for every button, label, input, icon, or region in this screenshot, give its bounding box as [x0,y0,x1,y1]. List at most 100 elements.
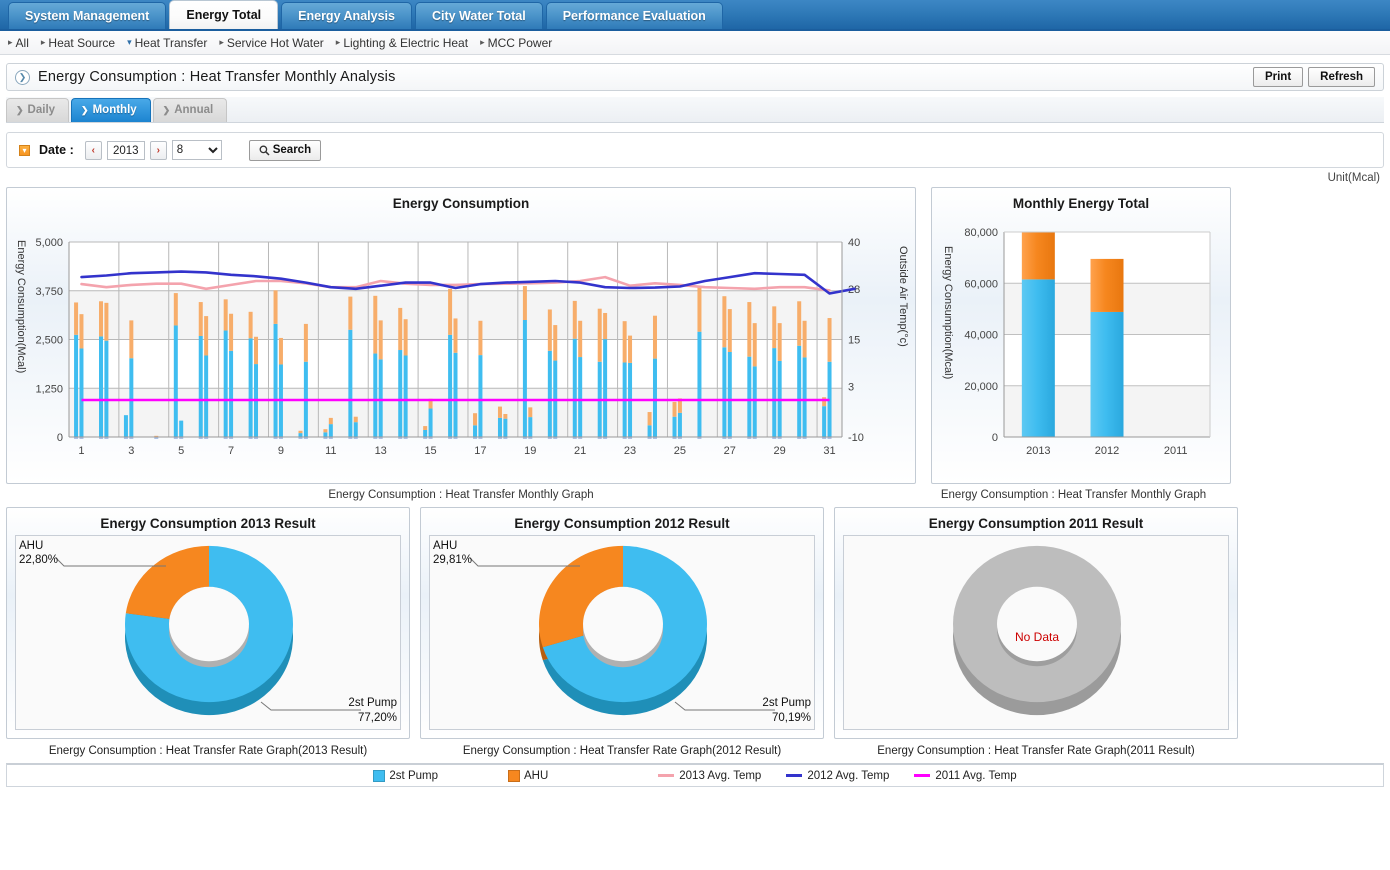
page-header: ❯ Energy Consumption : Heat Transfer Mon… [6,63,1384,91]
legend-item-temp-2013[interactable]: 2013 Avg. Temp [658,770,761,782]
tab-performance-evaluation[interactable]: Performance Evaluation [545,2,723,29]
monthly-energy-total-chart[interactable]: 0 20,000 40,000 60,000 80,000 2013 2012 2011 [932,210,1230,475]
svg-text:23: 23 [624,445,636,457]
donut-2013-caption: Energy Consumption : Heat Transfer Rate … [48,745,368,757]
breadcrumb: ▸ All ▸ Heat Source ▾ Heat Transfer ▸ Se… [0,31,1390,55]
donut-2013-panel: Energy Consumption 2013 Result AHU 22,80%… [6,507,410,739]
date-label: Date : [39,143,74,157]
month-select[interactable]: 123456789101112 [171,140,222,160]
legend-swatch [373,769,386,782]
total-chart-caption: Energy Consumption : Heat Transfer Month… [940,489,1207,501]
svg-text:27: 27 [724,445,736,457]
breadcrumb-item-lighting-electric-heat[interactable]: ▸ Lighting & Electric Heat [334,36,476,50]
y2-axis-label: Outside Air Temp(°c) [897,246,909,347]
svg-text:2,500: 2,500 [35,335,63,347]
breadcrumb-item-service-hot-water[interactable]: ▸ Service Hot Water [217,36,331,50]
charts-row-donuts: Energy Consumption 2013 Result AHU 22,80%… [0,501,1390,757]
chart-title: Energy Consumption 2011 Result [928,516,1144,531]
tab-annual-label: Annual [174,104,214,116]
page-title: Energy Consumption : Heat Transfer Month… [38,69,396,85]
svg-text:80,000: 80,000 [964,227,998,239]
tab-monthly[interactable]: ❯ Monthly [71,98,151,122]
breadcrumb-label: All [15,35,29,50]
y-axis-label: Energy Consumption(Mcal) [942,246,954,380]
svg-text:19: 19 [524,445,536,457]
tab-monthly-label: Monthly [92,104,137,116]
breadcrumb-item-mcc-power[interactable]: ▸ MCC Power [478,36,560,50]
tab-annual[interactable]: ❯ Annual [152,98,228,122]
chevron-down-icon: ❯ [81,105,89,115]
svg-text:15: 15 [848,335,860,347]
search-button[interactable]: Search [248,139,322,161]
breadcrumb-label: Heat Source [48,35,116,50]
svg-text:7: 7 [228,445,234,457]
donut-2012-panel: Energy Consumption 2012 Result AHU 29,81%… [420,507,824,739]
tab-daily[interactable]: ❯ Daily [6,98,70,122]
legend-item-temp-2011[interactable]: 2011 Avg. Temp [914,769,1017,782]
svg-text:1: 1 [78,445,84,457]
legend-swatch [507,769,520,782]
legend-item-ahu[interactable]: AHU [507,769,548,782]
year-input[interactable]: 2013 [106,140,145,160]
svg-text:2013: 2013 [1026,445,1050,457]
donut-2012-svg[interactable] [430,536,816,729]
legend-line [914,774,931,777]
main-tabbar: System Management Energy Total Energy An… [0,0,1390,31]
donut-2011-svg: No Data [953,545,1121,716]
prev-year-button[interactable]: ‹ [84,140,102,160]
tab-energy-total[interactable]: Energy Total [169,0,279,29]
legend-item-pump[interactable]: 2st Pump [373,769,438,782]
chevron-down-icon: ▾ [127,37,132,47]
legend-line [658,774,675,777]
svg-text:-10: -10 [848,432,864,444]
donut-2013-plot[interactable]: AHU 22,80% 2st Pump 77,20% [15,535,401,730]
svg-text:13: 13 [375,445,387,457]
legend-label: 2011 Avg. Temp [935,769,1017,782]
next-year-button[interactable]: › [149,140,167,160]
donut-2012-wrap: Energy Consumption 2012 Result AHU 29,81%… [420,507,824,757]
breadcrumb-label: Lighting & Electric Heat [343,35,469,50]
chevron-right-icon: ❯ [16,105,24,115]
chevron-right-circle-icon: ❯ [15,69,30,85]
refresh-button[interactable]: Refresh [1308,67,1375,87]
energy-consumption-chart[interactable]: 01,2502,5003,7505,000-1031528401 3 5 7 9 11 13… [7,210,915,475]
search-button-label: Search [272,144,312,156]
tab-city-water-total[interactable]: City Water Total [414,2,543,29]
donut-2012-ahu-label: AHU 29,81% [433,540,473,567]
svg-text:60,000: 60,000 [964,278,998,290]
svg-text:15: 15 [424,445,436,457]
collapse-icon[interactable]: ▾ [19,144,30,156]
breadcrumb-item-heat-transfer[interactable]: ▾ Heat Transfer [125,36,215,50]
svg-text:2012: 2012 [1095,445,1119,457]
energy-consumption-chart-panel: Energy Consumption 0 1,250 2,500 3,750 5,000… [6,187,916,484]
legend-line [786,774,803,777]
tab-energy-analysis[interactable]: Energy Analysis [281,2,412,29]
page-actions: Print Refresh [1252,67,1375,87]
unit-label: Unit(Mcal) [1327,172,1380,184]
donut-2011-panel: Energy Consumption 2011 Result No Data [834,507,1238,739]
donut-2013-svg[interactable] [16,536,402,729]
tab-system-management[interactable]: System Management [8,2,167,29]
donut-2012-plot[interactable]: AHU 29,81% 2st Pump 70,19% [429,535,815,730]
svg-text:1,250: 1,250 [35,383,63,395]
svg-text:29: 29 [774,445,786,457]
donut-2013-wrap: Energy Consumption 2013 Result AHU 22,80%… [6,507,410,757]
charts-row-top: Energy Consumption 0 1,250 2,500 3,750 5,000… [0,187,1390,501]
breadcrumb-label: MCC Power [487,35,553,50]
svg-text:40,000: 40,000 [964,330,998,342]
period-tabbar: ❯ Daily ❯ Monthly ❯ Annual [6,97,1384,123]
svg-text:3: 3 [128,445,134,457]
donut-2011-plot[interactable]: No Data [843,535,1229,730]
print-button[interactable]: Print [1252,67,1304,87]
donut-2013-pump-label: 2st Pump 77,20% [348,697,397,724]
main-chart-caption: Energy Consumption : Heat Transfer Month… [328,489,594,501]
chart-title: Energy Consumption 2012 Result [514,516,730,531]
chevron-right-icon: ▸ [8,37,13,47]
legend-item-temp-2012[interactable]: 2012 Avg. Temp [786,770,889,782]
chevron-right-icon: ▸ [480,37,485,47]
breadcrumb-item-heat-source[interactable]: ▸ Heat Source [39,36,123,50]
chart-legend: 2st Pump AHU 2013 Avg. Temp 2012 Avg. Te… [6,763,1384,787]
breadcrumb-item-all[interactable]: ▸ All [6,36,37,50]
svg-text:31: 31 [823,445,835,457]
svg-text:3,750: 3,750 [35,286,63,298]
